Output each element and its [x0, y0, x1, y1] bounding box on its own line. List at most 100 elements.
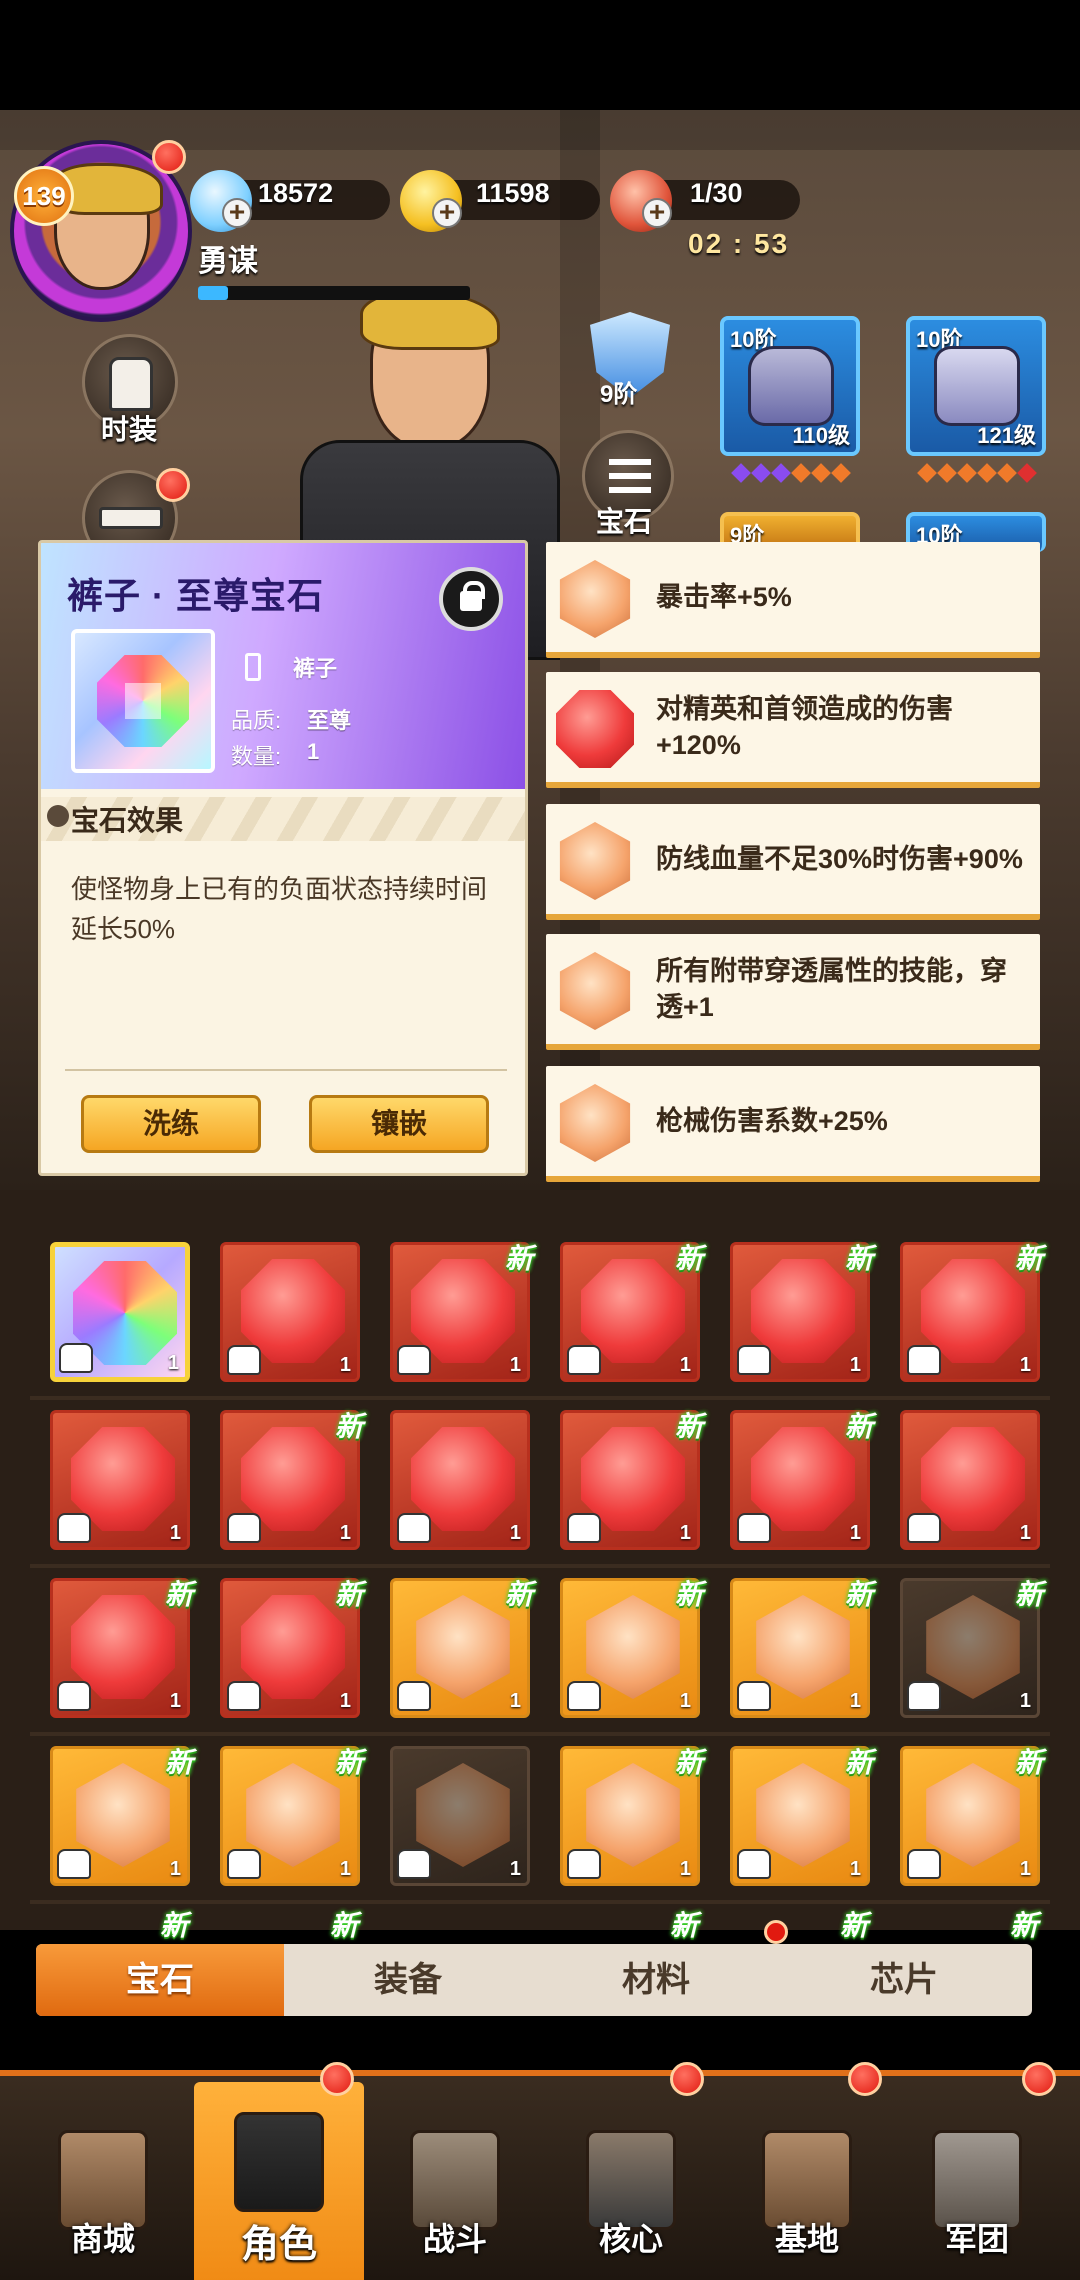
nav-shop[interactable]: 商城 [18, 2116, 188, 2280]
add-diamonds-button[interactable]: + [222, 198, 252, 228]
inventory-gem-slot[interactable]: 1新 [560, 1746, 703, 1886]
item-count: 1 [339, 1354, 351, 1376]
refine-button[interactable]: 洗练 [81, 1095, 261, 1153]
boots-icon [57, 1849, 91, 1879]
inventory-gem-slot[interactable]: 1新 [220, 1410, 363, 1550]
new-badge: 新 [334, 1411, 363, 1442]
inventory-gem-slot[interactable]: 1新 [900, 1578, 1043, 1718]
inventory-gem-slot[interactable]: 1 [220, 1242, 360, 1382]
new-badge: 新 [1010, 1910, 1039, 1941]
item-count: 1 [849, 1354, 861, 1376]
base-notification-dot [848, 2062, 882, 2096]
item-count: 1 [169, 1690, 181, 1712]
pistol-icon [99, 507, 163, 529]
inventory-gem-slot[interactable]: 1新 [730, 1242, 873, 1382]
socket-gem-icon [751, 463, 771, 483]
item-count: 1 [509, 1690, 521, 1712]
equipment-level: 110级 [792, 423, 851, 448]
attribute-text: 暴击率+5% [656, 582, 792, 612]
tab-chips[interactable]: 芯片 [780, 1944, 1028, 2016]
core-notification-dot [670, 2062, 704, 2096]
inventory-gem-slot[interactable]: 1新 [50, 1578, 193, 1718]
shelf-divider [30, 1900, 1050, 1904]
leg-icon [737, 1513, 771, 1543]
add-coins-button[interactable]: + [432, 198, 462, 228]
nav-base[interactable]: 基地 [722, 2116, 892, 2280]
inventory-gem-slot[interactable]: 1新 [730, 1410, 873, 1550]
leg-icon [907, 1513, 941, 1543]
red-gem-icon [556, 690, 634, 768]
inventory-gem-slot[interactable]: 1新 [560, 1410, 703, 1550]
helmet-icon [567, 1345, 601, 1375]
socket-gem-icon [731, 463, 751, 483]
inventory-gem-slot[interactable]: 1新 [560, 1242, 703, 1382]
nav-legion[interactable]: 军团 [892, 2116, 1062, 2280]
inventory-gem-slot[interactable]: 1新 [900, 1242, 1043, 1382]
equipment-level: 121级 [977, 423, 1036, 448]
diamond-count: 18572 [258, 178, 334, 208]
inventory-gem-slot[interactable]: 1 [900, 1410, 1040, 1550]
inlay-button[interactable]: 镶嵌 [309, 1095, 489, 1153]
quality-label: 品质: [231, 708, 282, 733]
bottom-navigation: 商城 角色 战斗 核心 基地 军团 [0, 2070, 1080, 2280]
item-count: 1 [339, 1522, 351, 1544]
item-count: 1 [169, 1522, 181, 1544]
new-badge: 新 [840, 1910, 869, 1941]
effect-title: 宝石效果 [71, 805, 184, 836]
equipment-card-1[interactable]: 10阶 110级 [720, 316, 860, 456]
socket-gem-icon [977, 463, 997, 483]
gem-detail-title: 裤子 · 至尊宝石 [67, 575, 324, 616]
leg-icon [397, 1849, 431, 1879]
inventory-gem-slot[interactable]: 1 [50, 1242, 190, 1382]
socket-gem-icon [791, 463, 811, 483]
new-badge: 新 [1014, 1243, 1043, 1274]
notification-dot [152, 140, 186, 174]
new-badge: 新 [844, 1747, 873, 1778]
supreme-gem-icon [97, 655, 189, 747]
experience-bar [198, 286, 470, 300]
attribute-text: 防线血量不足30%时伤害+90% [656, 844, 1023, 874]
add-stamina-button[interactable]: + [642, 198, 672, 228]
equipment-card-2[interactable]: 10阶 121级 [906, 316, 1046, 456]
item-count: 1 [1019, 1522, 1031, 1544]
glove-icon [907, 1849, 941, 1879]
inventory-gem-slot[interactable]: 1新 [730, 1746, 873, 1886]
nav-core[interactable]: 核心 [546, 2116, 716, 2280]
nav-battle[interactable]: 战斗 [370, 2116, 540, 2280]
boots-icon [227, 1513, 261, 1543]
armor-icon [57, 1513, 91, 1543]
inventory-gem-slot[interactable]: 1新 [730, 1578, 873, 1718]
inventory-gem-slot[interactable]: 1新 [220, 1746, 363, 1886]
tab-equipment[interactable]: 装备 [284, 1944, 532, 2016]
inventory-gem-slot[interactable]: 1新 [220, 1578, 363, 1718]
attribute-text: 枪械伤害系数+25% [656, 1106, 888, 1136]
player-level-badge: 139 [14, 166, 74, 226]
legion-notification-dot [1022, 2062, 1056, 2096]
armor-icon [907, 1681, 941, 1711]
inventory-gem-slot[interactable]: 1新 [390, 1242, 533, 1382]
nav-character[interactable]: 角色 [194, 2082, 364, 2280]
gem-detail-image [71, 629, 215, 773]
lock-icon[interactable] [439, 567, 503, 631]
item-count: 1 [509, 1354, 521, 1376]
attribute-row: 对精英和首领造成的伤害+120% [546, 672, 1040, 788]
new-badge: 新 [844, 1579, 873, 1610]
resource-bar: + 18572 + 11598 + 1/30 [190, 170, 1080, 232]
attribute-row: 所有附带穿透属性的技能，穿透+1 [546, 934, 1040, 1050]
character-notification-dot [320, 2062, 354, 2096]
inventory-gem-slot[interactable]: 1 [390, 1746, 530, 1886]
tab-gems[interactable]: 宝石 [36, 1944, 284, 2016]
inventory-gem-slot[interactable]: 1新 [560, 1578, 703, 1718]
leg-icon [567, 1849, 601, 1879]
attribute-row: 暴击率+5% [546, 542, 1040, 658]
new-badge: 新 [670, 1910, 699, 1941]
inventory-gem-slot[interactable]: 1 [390, 1410, 530, 1550]
inventory-gem-slot[interactable]: 1 [50, 1410, 190, 1550]
new-badge: 新 [334, 1579, 363, 1610]
inventory-gem-slot[interactable]: 1新 [900, 1746, 1043, 1886]
orange-gem-icon [559, 1084, 631, 1162]
inventory-gem-slot[interactable]: 1新 [50, 1746, 193, 1886]
tab-materials[interactable]: 材料 [532, 1944, 780, 2016]
inventory-gem-slot[interactable]: 1新 [390, 1578, 533, 1718]
item-count: 1 [1019, 1858, 1031, 1880]
